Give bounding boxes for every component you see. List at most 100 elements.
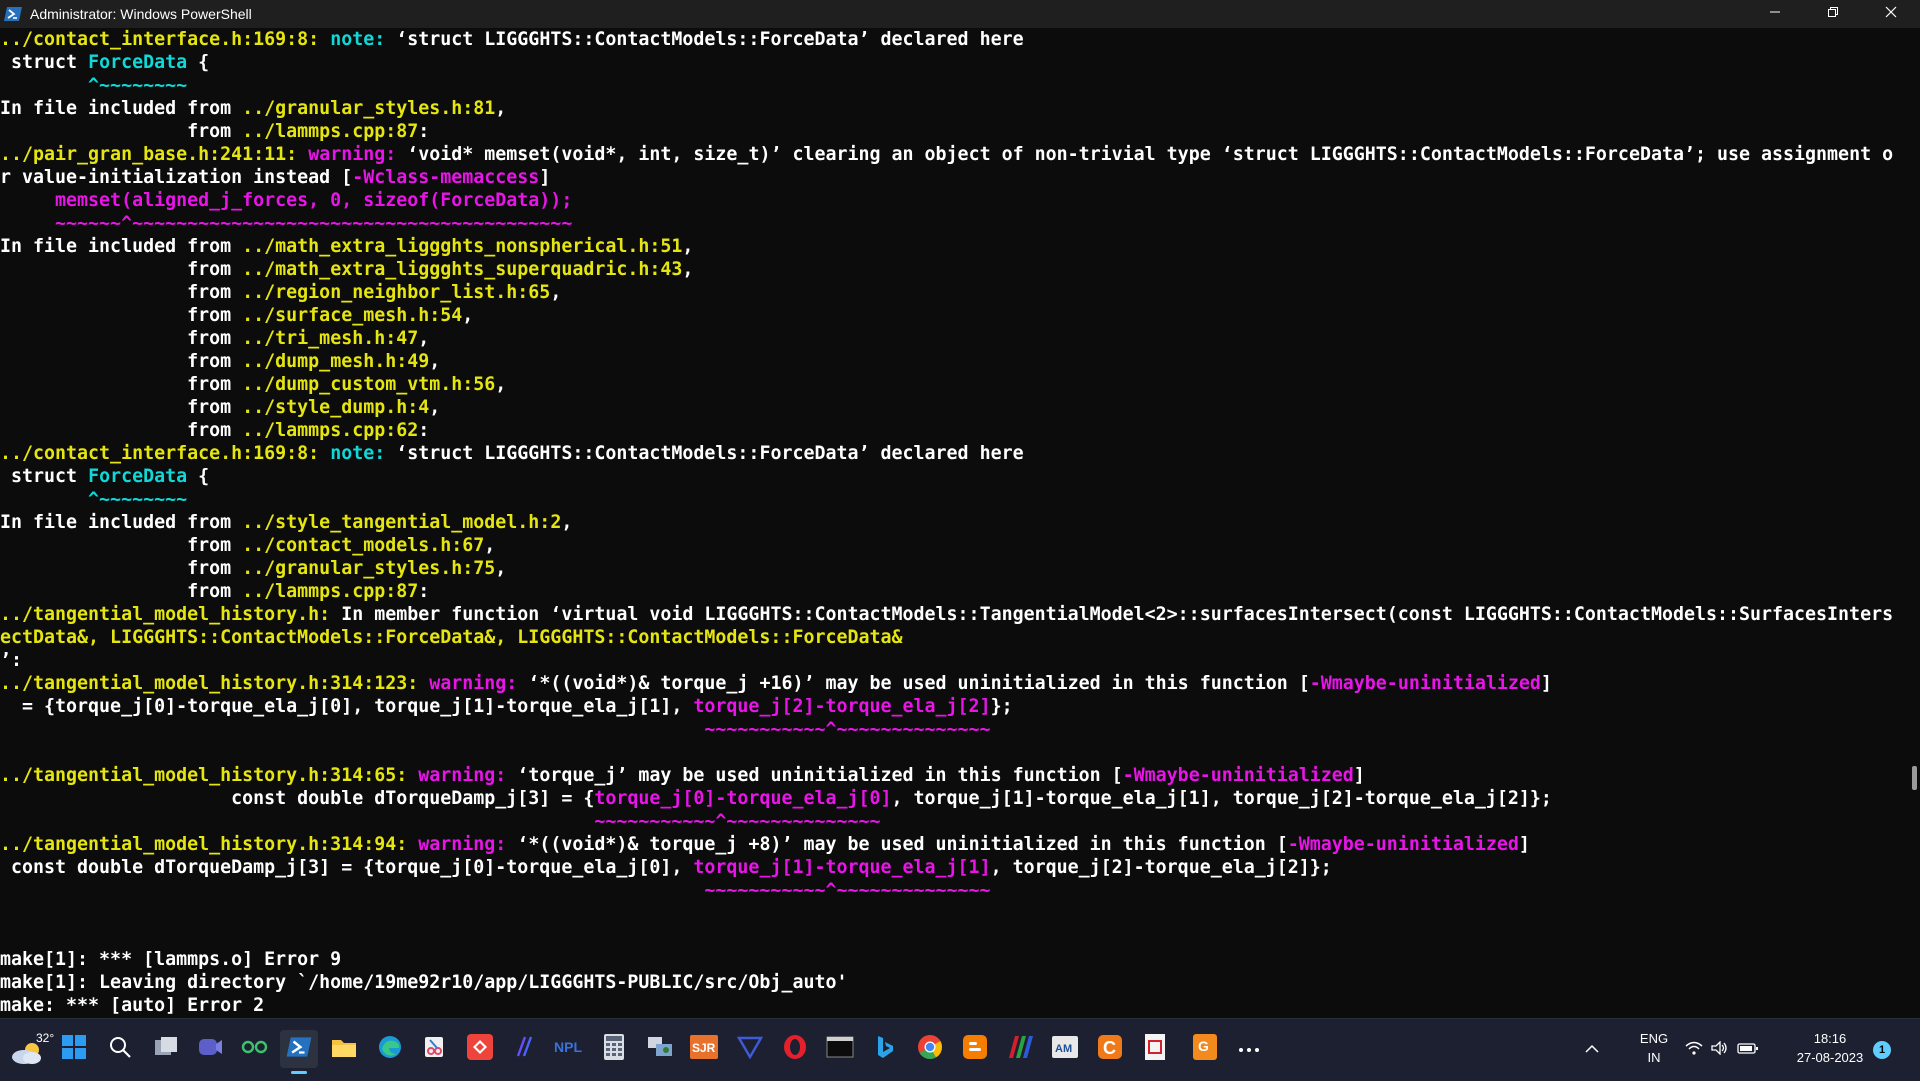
terminal-text-segment: In file included from bbox=[0, 512, 243, 533]
terminal-line: struct ForceData { bbox=[0, 51, 1906, 74]
svg-text:G: G bbox=[1198, 1038, 1209, 1054]
scrollbar-thumb[interactable] bbox=[1912, 766, 1917, 790]
terminal-text-segment: from bbox=[0, 558, 243, 579]
start-icon bbox=[61, 1034, 87, 1065]
calculator-taskbar-button[interactable] bbox=[595, 1030, 633, 1068]
terminal-text-segment: ../math_extra_liggghts_nonspherical.h:51 bbox=[242, 236, 683, 257]
terminal-text-segment: -Wmaybe-uninitialized bbox=[1122, 765, 1354, 786]
language-indicator[interactable]: ENG IN bbox=[1632, 1029, 1676, 1067]
terminal-text-segment: from bbox=[0, 305, 243, 326]
terminal-text-segment: ] bbox=[1540, 673, 1552, 694]
pdf-app-taskbar-button[interactable] bbox=[1136, 1030, 1174, 1068]
terminal-text-segment: const double dTorqueDamp_j[3] = {torque_… bbox=[0, 857, 694, 878]
terminal-taskbar-button[interactable] bbox=[821, 1030, 859, 1068]
terminal-text-segment: note: bbox=[330, 29, 397, 50]
widget-app-taskbar-button[interactable] bbox=[236, 1030, 274, 1068]
terminal-text: ../contact_interface.h:169:8: note: ‘str… bbox=[0, 28, 1906, 1018]
restore-button[interactable] bbox=[1804, 0, 1862, 28]
visual-studio-taskbar-button[interactable] bbox=[506, 1030, 544, 1068]
terminal-text-segment: warning: bbox=[308, 144, 408, 165]
terminal-text-segment: , bbox=[484, 535, 496, 556]
terminal-text-segment: ../lammps.cpp:62 bbox=[242, 420, 419, 441]
terminal-text-segment: ../tangential_model_history.h:314:94: bbox=[0, 834, 419, 855]
clock[interactable]: 18:16 27-08-2023 bbox=[1780, 1029, 1880, 1067]
file-explorer-taskbar-button[interactable] bbox=[325, 1030, 363, 1068]
anydesk-taskbar-button[interactable] bbox=[461, 1030, 499, 1068]
terminal-text-segment: ] bbox=[539, 167, 551, 188]
terminal-line: struct ForceData { bbox=[0, 465, 1906, 488]
language-code: ENG bbox=[1639, 1031, 1669, 1046]
more-apps-icon bbox=[1238, 1040, 1260, 1058]
terminal-scrollbar[interactable] bbox=[1906, 28, 1920, 1018]
terminal-text-segment: : bbox=[418, 121, 430, 142]
sjr-taskbar-button[interactable]: SJR bbox=[685, 1030, 723, 1068]
show-hidden-icons-button[interactable] bbox=[1585, 1019, 1599, 1081]
terminal-line: from ../style_dump.h:4, bbox=[0, 396, 1906, 419]
terminal-text-segment: warning: bbox=[429, 673, 529, 694]
triangle-app-taskbar-button[interactable] bbox=[731, 1030, 769, 1068]
terminal-text-segment: ../style_dump.h:4 bbox=[242, 397, 430, 418]
terminal-output[interactable]: ../contact_interface.h:169:8: note: ‘str… bbox=[0, 28, 1906, 1018]
title-bar[interactable]: Administrator: Windows PowerShell bbox=[0, 0, 1920, 28]
terminal-text-segment: , bbox=[561, 512, 573, 533]
terminal-line: ~~~~~~~~~~~^~~~~~~~~~~~~~~ bbox=[0, 718, 1906, 741]
meet-taskbar-button[interactable] bbox=[191, 1030, 229, 1068]
bing-taskbar-button[interactable] bbox=[865, 1030, 903, 1068]
terminal-text-segment: { bbox=[187, 52, 210, 73]
terminal-text-segment: r value-initialization instead [ bbox=[0, 167, 353, 188]
terminal-line: ~~~~~~~~~~~^~~~~~~~~~~~~~~ bbox=[0, 879, 1906, 902]
restore-icon bbox=[1827, 5, 1839, 23]
terminal-line: ../tangential_model_history.h: In member… bbox=[0, 603, 1906, 626]
start-taskbar-button[interactable] bbox=[55, 1030, 93, 1068]
terminal-text-segment: , bbox=[495, 374, 507, 395]
task-view-taskbar-button[interactable] bbox=[147, 1030, 185, 1068]
notification-badge[interactable]: 1 bbox=[1873, 1041, 1891, 1059]
close-icon bbox=[1885, 5, 1897, 23]
winrar-taskbar-button[interactable] bbox=[1001, 1030, 1039, 1068]
terminal-text-segment: , bbox=[682, 259, 694, 280]
minimize-button[interactable] bbox=[1746, 0, 1804, 28]
quick-settings-button[interactable] bbox=[1685, 1019, 1759, 1081]
snipping-tool-taskbar-button[interactable] bbox=[415, 1030, 453, 1068]
more-apps-taskbar-button[interactable] bbox=[1230, 1030, 1268, 1068]
terminal-line: from ../surface_mesh.h:54, bbox=[0, 304, 1906, 327]
terminal-line: In file included from ../granular_styles… bbox=[0, 97, 1906, 120]
terminal-text-segment: , bbox=[462, 305, 474, 326]
terminal-text-segment: make[1]: Leaving directory `/home/19me92… bbox=[0, 972, 848, 993]
terminal-text-segment: note: bbox=[330, 443, 397, 464]
terminal-text-segment: from bbox=[0, 420, 243, 441]
search-taskbar-button[interactable] bbox=[101, 1030, 139, 1068]
blogger-taskbar-button[interactable] bbox=[956, 1030, 994, 1068]
opera-taskbar-button[interactable] bbox=[776, 1030, 814, 1068]
device-manager-taskbar-button[interactable] bbox=[641, 1030, 679, 1068]
terminal-text-segment: , torque_j[2]-torque_ela_j[2]}; bbox=[990, 857, 1332, 878]
terminal-text-segment: ../surface_mesh.h:54 bbox=[242, 305, 463, 326]
powershell-icon bbox=[286, 1036, 312, 1063]
pdf-editor-taskbar-button[interactable]: G bbox=[1186, 1030, 1224, 1068]
edge-icon bbox=[377, 1034, 403, 1065]
amd-taskbar-button[interactable]: AM bbox=[1046, 1030, 1084, 1068]
chrome-taskbar-button[interactable] bbox=[911, 1030, 949, 1068]
terminal-text-segment: ../tri_mesh.h:47 bbox=[242, 328, 419, 349]
terminal-line: make[1]: *** [lammps.o] Error 9 bbox=[0, 948, 1906, 971]
terminal-text-segment: : bbox=[418, 581, 430, 602]
c-app-taskbar-button[interactable]: C bbox=[1091, 1030, 1129, 1068]
npl-taskbar-button[interactable]: NPL bbox=[551, 1030, 589, 1068]
terminal-text-segment: from bbox=[0, 581, 243, 602]
close-button[interactable] bbox=[1862, 0, 1920, 28]
terminal-text-segment: ../lammps.cpp:87 bbox=[242, 581, 419, 602]
terminal-line: from ../math_extra_liggghts_superquadric… bbox=[0, 258, 1906, 281]
blogger-icon bbox=[962, 1034, 988, 1065]
terminal-text-segment: from bbox=[0, 397, 243, 418]
terminal-line: ^~~~~~~~~ bbox=[0, 488, 1906, 511]
terminal-text-segment: ../contact_interface.h:169:8: bbox=[0, 29, 331, 50]
npl-icon: NPL bbox=[553, 1037, 587, 1062]
terminal-text-segment: ‘*((void*)& torque_j +16)’ may be used u… bbox=[528, 673, 1310, 694]
powershell-taskbar-button[interactable] bbox=[280, 1030, 318, 1074]
terminal-text-segment: ../math_extra_liggghts_superquadric.h:43 bbox=[242, 259, 683, 280]
terminal-text-segment: from bbox=[0, 535, 243, 556]
weather-widget[interactable]: 32° bbox=[8, 1027, 54, 1073]
terminal-line: from ../lammps.cpp:87: bbox=[0, 120, 1906, 143]
edge-taskbar-button[interactable] bbox=[371, 1030, 409, 1068]
